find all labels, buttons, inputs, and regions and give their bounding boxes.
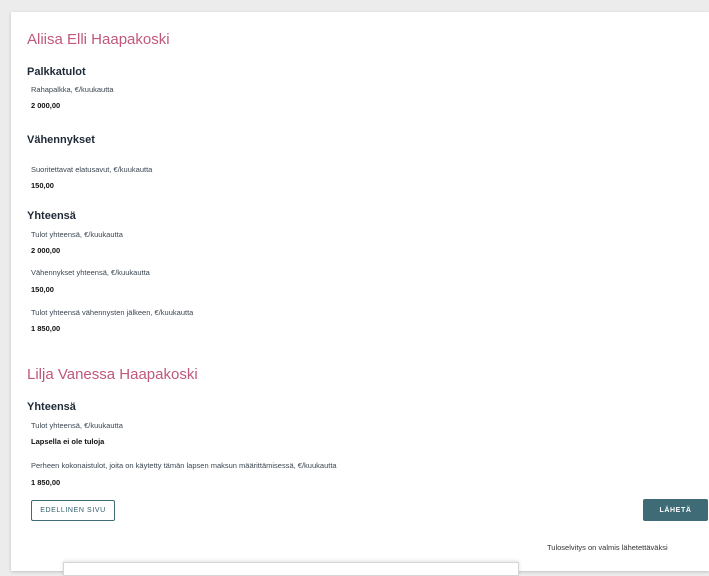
total-deductions-label: Vähennykset yhteensä, €/kuukautta bbox=[31, 268, 150, 277]
family-income-label: Perheen kokonaistulot, joita on käytetty… bbox=[31, 461, 337, 470]
salary-label: Rahapalkka, €/kuukautta bbox=[31, 85, 114, 94]
net-income-value: 1 850,00 bbox=[31, 324, 61, 333]
total-deductions-value: 150,00 bbox=[31, 285, 54, 294]
deductions-label: Suoritettavat elatusavut, €/kuukautta bbox=[31, 165, 153, 174]
total-income-value: 2 000,00 bbox=[31, 246, 61, 255]
child-income-value: Lapsella ei ole tuloja bbox=[31, 437, 105, 446]
deductions-heading: Vähennykset bbox=[27, 134, 95, 146]
salary-heading: Palkkatulot bbox=[27, 66, 86, 78]
total-heading-aliisa: Yhteensä bbox=[27, 210, 76, 222]
bottom-dialog-edge bbox=[63, 562, 519, 576]
previous-page-button[interactable]: EDELLINEN SIVU bbox=[31, 500, 115, 521]
salary-value: 2 000,00 bbox=[31, 101, 61, 110]
person-name-lilja: Lilja Vanessa Haapakoski bbox=[27, 366, 198, 383]
income-summary-card bbox=[11, 12, 709, 571]
total-income-label: Tulot yhteensä, €/kuukautta bbox=[31, 230, 123, 239]
send-button[interactable]: LÄHETÄ bbox=[643, 499, 708, 521]
family-income-value: 1 850,00 bbox=[31, 478, 61, 487]
child-income-label: Tulot yhteensä, €/kuukautta bbox=[31, 421, 123, 430]
total-heading-lilja: Yhteensä bbox=[27, 401, 76, 413]
ready-status-text: Tuloselvitys on valmis lähetettäväksi bbox=[547, 543, 668, 552]
person-name-aliisa: Aliisa Elli Haapakoski bbox=[27, 31, 170, 48]
net-income-label: Tulot yhteensä vähennysten jälkeen, €/ku… bbox=[31, 308, 194, 317]
deductions-value: 150,00 bbox=[31, 181, 54, 190]
